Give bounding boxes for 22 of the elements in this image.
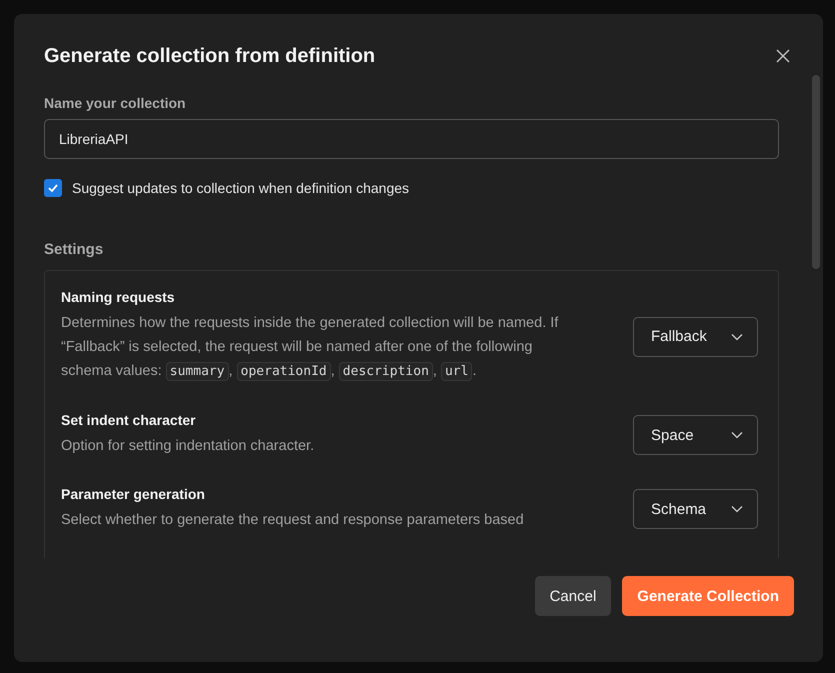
checkbox[interactable]	[44, 179, 62, 197]
dropdown[interactable]: Space	[633, 415, 758, 455]
scrollbar-thumb[interactable]	[812, 75, 820, 269]
field-label: Name your collection	[44, 95, 187, 111]
chevron-down-icon	[731, 505, 743, 513]
setting-title: Naming requests	[61, 289, 176, 305]
setting-title: Set indent character	[61, 412, 197, 428]
chevron-down-icon	[731, 431, 743, 439]
setting-description: Option for setting indentation character.	[61, 437, 316, 456]
close-icon[interactable]	[775, 48, 791, 64]
chevron-down-icon	[731, 332, 743, 340]
setting-description: Determines how the requests inside the generated collection will be named. If “Fallback” is selected, the request will be named after one of the following schema values: summary , operationId , description , url .	[61, 314, 560, 383]
dialog-title: Generate collection from definition	[44, 44, 376, 68]
section-label: Settings	[44, 241, 104, 258]
collection-name-field[interactable]: LibreriaAPI	[44, 119, 779, 159]
cancel-button[interactable]: Cancel	[534, 576, 612, 616]
checkmark-icon	[47, 182, 59, 194]
setting-description: Select whether to generate the request and response parameters based	[61, 511, 525, 530]
checkbox-label: Suggest updates to collection when definition changes	[72, 180, 410, 196]
setting-title: Parameter generation	[61, 486, 206, 502]
dropdown[interactable]: Fallback	[633, 316, 758, 356]
dropdown[interactable]: Schema	[633, 489, 758, 529]
